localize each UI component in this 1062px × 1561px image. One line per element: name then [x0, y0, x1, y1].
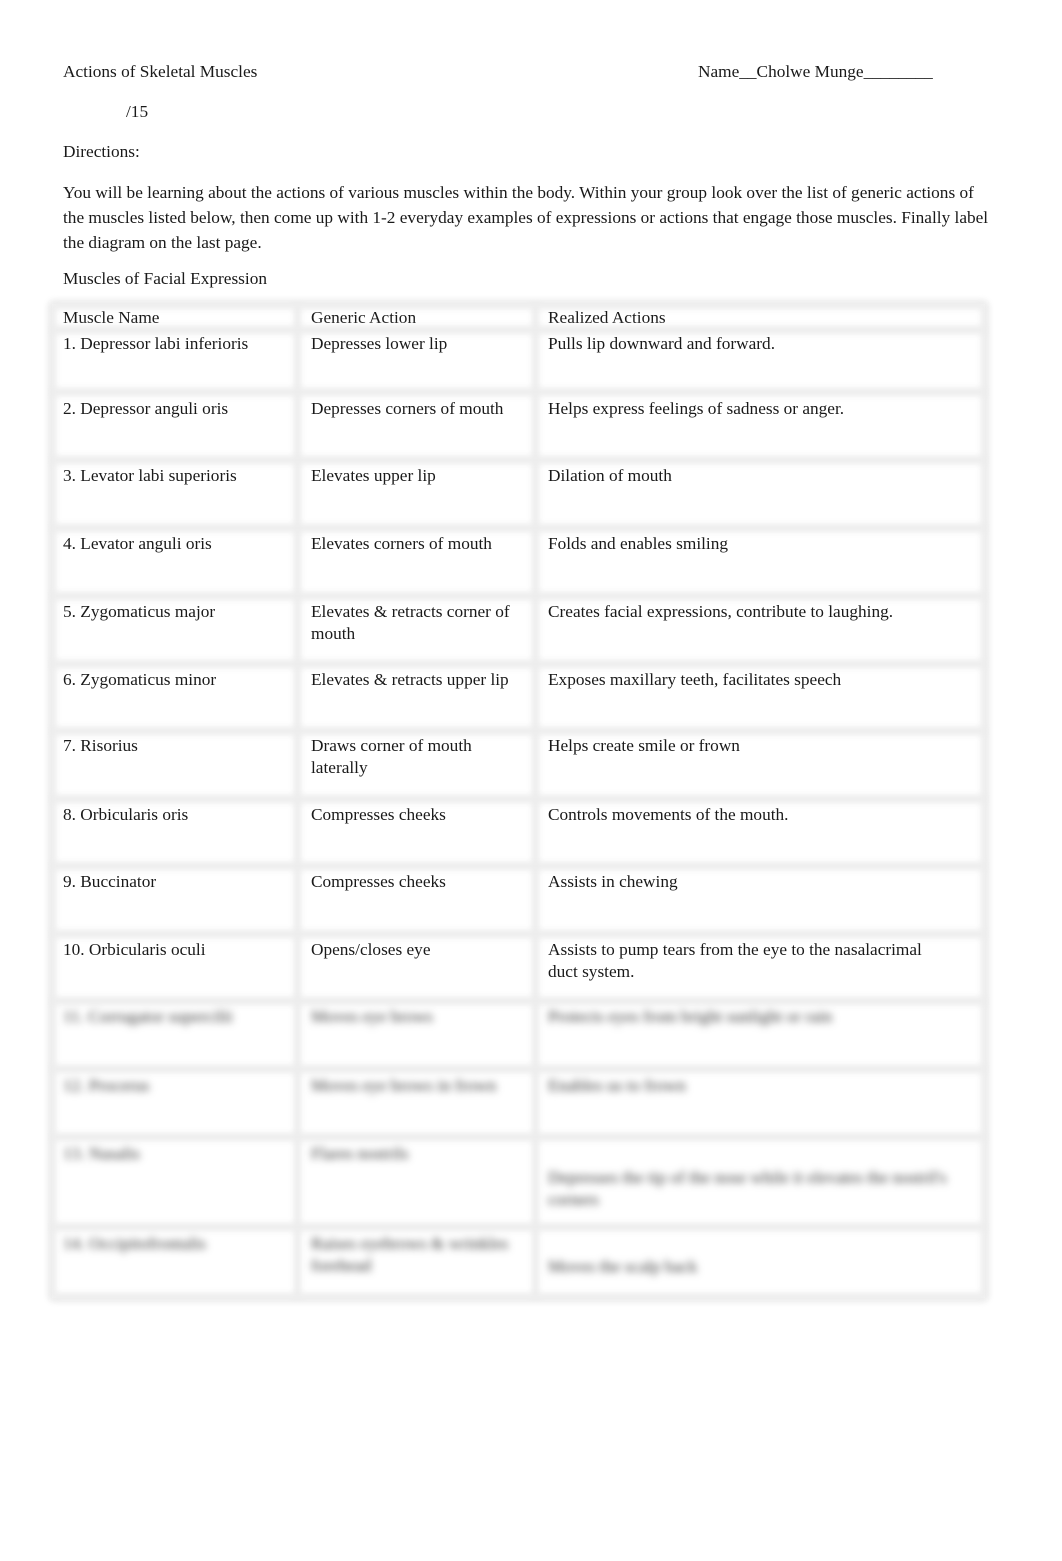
- row-divider: [52, 795, 985, 803]
- muscle-name-cell: 8. Orbicularis oris: [63, 805, 189, 824]
- realized-action-cell: Exposes maxillary teeth, facilitates spe…: [548, 670, 842, 689]
- table-border-bottom: [52, 1293, 985, 1301]
- realized-action-cell: Dilation of mouth: [548, 466, 672, 485]
- document-title: Actions of Skeletal Muscles: [63, 62, 258, 81]
- generic-action-cell: Depresses lower lip: [311, 334, 448, 353]
- realized-action-cell: Pulls lip downward and forward.: [548, 334, 776, 353]
- generic-action-cell: Elevates & retracts upper lip: [311, 670, 509, 689]
- row-divider: [52, 524, 985, 532]
- realized-action-cell: Helps create smile or frown: [548, 736, 740, 755]
- generic-action-cell: Draws corner of mouth laterally: [311, 736, 472, 777]
- generic-action-cell: Elevates & retracts corner of mouth: [311, 602, 510, 643]
- row-divider: [52, 727, 985, 735]
- muscle-name-cell: 12. Procerus: [63, 1076, 150, 1095]
- muscle-name-cell: 4. Levator anguli oris: [63, 534, 212, 553]
- row-divider: [52, 1223, 985, 1231]
- row-divider: [52, 592, 985, 600]
- generic-action-cell: Moves eye brows in frown: [311, 1076, 497, 1095]
- muscle-name-cell: 10. Orbicularis oculi: [63, 940, 206, 959]
- generic-action-cell: Compresses cheeks: [311, 805, 446, 824]
- row-divider: [52, 930, 985, 938]
- realized-action-cell: Moves the scalp back: [548, 1257, 698, 1276]
- generic-action-cell: Raises eyebrows & wrinkles forehead: [311, 1234, 509, 1275]
- generic-action-cell: Opens/closes eye: [311, 940, 431, 959]
- directions-text: You will be learning about the actions o…: [63, 183, 989, 252]
- realized-action-cell: Enables us to frown: [548, 1076, 686, 1095]
- realized-action-cell: Folds and enables smiling: [548, 534, 729, 553]
- muscle-name-cell: 13. Nasalis: [63, 1144, 140, 1163]
- score-field: /15: [126, 102, 149, 121]
- muscle-name-cell: 7. Risorius: [63, 736, 138, 755]
- muscle-name-cell: 1. Depressor labi inferioris: [63, 334, 249, 353]
- realized-action-cell: Creates facial expressions, contribute t…: [548, 602, 894, 621]
- muscle-name-cell: 9. Buccinator: [63, 872, 157, 891]
- muscle-name-cell: 2. Depressor anguli oris: [63, 399, 229, 418]
- row-divider: [52, 1133, 985, 1141]
- row-divider: [52, 456, 985, 464]
- realized-action-cell: Assists in chewing: [548, 872, 678, 891]
- student-name-line: Name__Cholwe Munge________: [698, 62, 933, 81]
- realized-action-cell: Depresses the tip of the nose while it e…: [548, 1168, 947, 1209]
- row-divider: [52, 388, 985, 396]
- directions-label: Directions:: [63, 142, 140, 161]
- generic-action-cell: Elevates upper lip: [311, 466, 436, 485]
- generic-action-cell: Elevates corners of mouth: [311, 534, 492, 553]
- realized-action-cell: Helps express feelings of sadness or ang…: [548, 399, 845, 418]
- generic-action-cell: Depresses corners of mouth: [311, 399, 504, 418]
- generic-action-cell: Moves eye brows: [311, 1007, 433, 1026]
- muscle-name-cell: 6. Zygomaticus minor: [63, 670, 217, 689]
- generic-action-cell: Flares nostrils: [311, 1144, 409, 1163]
- muscle-name-cell: 3. Levator labi superioris: [63, 466, 237, 485]
- row-divider: [52, 997, 985, 1005]
- row-divider: [52, 862, 985, 870]
- realized-action-cell: Assists to pump tears from the eye to th…: [548, 940, 922, 981]
- muscle-name-cell: 11. Corrugator supercilii: [63, 1007, 233, 1026]
- realized-action-cell: Controls movements of the mouth.: [548, 805, 789, 824]
- muscle-name-cell: 5. Zygomaticus major: [63, 602, 216, 621]
- row-divider: [52, 1065, 985, 1073]
- section-title: Muscles of Facial Expression: [63, 269, 267, 288]
- realized-action-cell: Protects eyes from bright sunlight or ra…: [548, 1007, 833, 1026]
- muscle-name-cell: 14. Occipitofrontalis: [63, 1234, 207, 1253]
- generic-action-cell: Compresses cheeks: [311, 872, 446, 891]
- row-divider: [52, 660, 985, 668]
- muscle-table: Muscle Name Generic Action Realized Acti…: [49, 301, 988, 1301]
